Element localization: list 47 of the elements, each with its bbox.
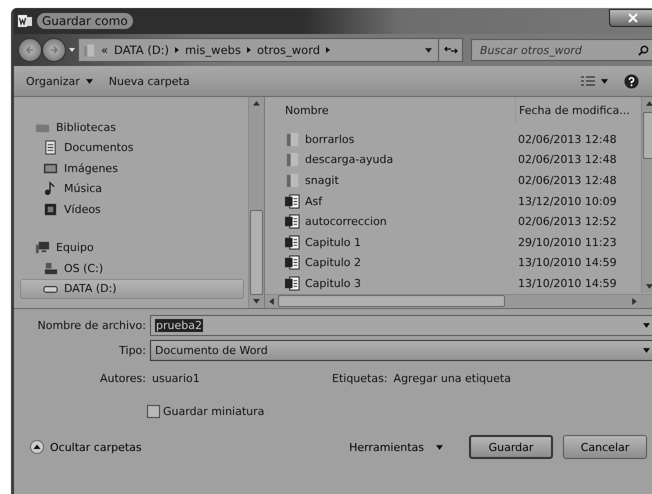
file-name[interactable]: Capitulo 3 [265, 276, 515, 291]
file-date: 13/10/2010 14:59 [517, 276, 618, 290]
field-label: Tipo: [118, 344, 147, 357]
file-date: 29/10/2010 11:23 [517, 236, 618, 249]
file-date: 02/06/2013 12:48 [517, 174, 618, 187]
breadcrumb-item[interactable]: otros_word [256, 43, 320, 57]
toolbar-button[interactable]: Nueva carpeta [108, 72, 190, 90]
tags-link[interactable]: Agregar una etiqueta [392, 372, 511, 384]
file-name[interactable]: borrarlos [265, 132, 515, 147]
authors-value[interactable]: usuario1 [150, 372, 332, 384]
cancel-button[interactable]: Cancelar [563, 435, 647, 459]
file-type-dropdown[interactable]: Documento de Word [150, 340, 652, 361]
file-name[interactable]: descarga-ayuda [265, 152, 515, 168]
save-button[interactable]: Guardar [469, 435, 553, 459]
toolbar-button[interactable]: Organizar [26, 72, 93, 90]
search-field[interactable]: Buscar otros_word [471, 39, 652, 61]
field-label: Autores: [98, 372, 147, 384]
window-title: Guardar como [37, 13, 133, 29]
field-label: Nombre de archivo: [36, 319, 147, 332]
hide-folders-button[interactable]: Ocultar carpetas [14, 439, 148, 455]
column-header[interactable]: Nombre [265, 104, 515, 116]
nav-item[interactable]: Equipo [20, 238, 244, 258]
nav-item[interactable]: Música [20, 178, 244, 199]
file-name[interactable]: Capitulo 1 [265, 234, 515, 250]
field-label: Etiquetas: [332, 372, 389, 384]
file-date: 02/06/2013 12:52 [517, 215, 618, 228]
file-name[interactable]: snagit [265, 172, 515, 188]
file-date: 02/06/2013 12:48 [517, 153, 618, 166]
address-bar[interactable]: « DATA (D:) mis_webs otros_word [78, 38, 439, 62]
file-date: 13/12/2010 10:09 [517, 194, 618, 208]
nav-item[interactable]: Bibliotecas [20, 117, 244, 138]
file-name[interactable]: autocorreccion [265, 214, 515, 230]
nav-item[interactable]: Vídeos [20, 199, 244, 220]
checkbox-label[interactable]: Guardar miniatura [163, 404, 264, 418]
file-date: 13/10/2010 14:59 [517, 256, 618, 270]
nav-item[interactable]: Documentos [20, 138, 244, 158]
file-date: 02/06/2013 12:48 [517, 132, 618, 146]
breadcrumb-item[interactable]: mis_webs [185, 43, 241, 57]
file-name[interactable]: Capitulo 2 [265, 255, 515, 270]
tools-menu-button[interactable]: Herramientas [343, 440, 449, 454]
nav-item[interactable]: DATA (D:) [20, 278, 244, 299]
breadcrumb-item[interactable]: DATA (D:) [114, 43, 170, 57]
nav-item[interactable]: OS (C:) [20, 258, 244, 278]
overflow-chevron[interactable]: « [101, 43, 108, 57]
file-name[interactable]: Asf [265, 194, 515, 209]
filename-field[interactable]: prueba2 [150, 315, 652, 336]
nav-item[interactable]: Imágenes [20, 158, 244, 178]
